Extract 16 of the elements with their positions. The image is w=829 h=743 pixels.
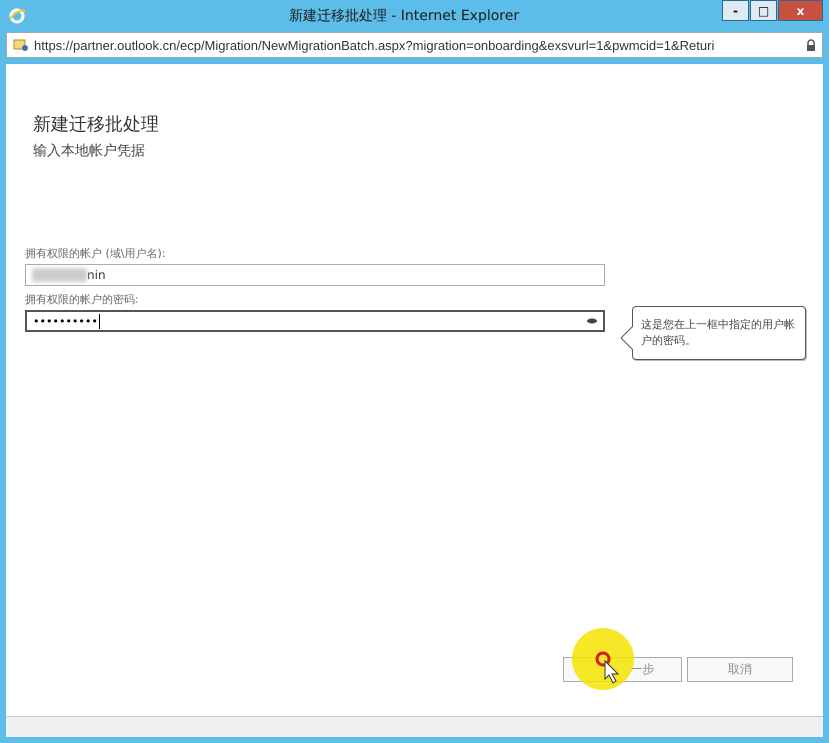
page-title: 新建迁移批处理 <box>33 113 160 136</box>
field-label: 拥有权限的帐户的密码: <box>25 292 140 307</box>
minimize-button[interactable]: - <box>722 0 749 21</box>
close-button[interactable]: x <box>778 0 823 21</box>
input-field[interactable]: nin <box>25 264 605 286</box>
browser-logo-icon <box>8 7 26 25</box>
reveal-password-icon[interactable] <box>587 318 597 324</box>
redaction-blur <box>32 268 87 282</box>
lock-icon <box>806 38 816 52</box>
field-label: 拥有权限的帐户 (域\用户名): <box>25 246 166 261</box>
maximize-button[interactable]: □ <box>750 0 777 21</box>
tooltip-text: 这是您在上一框中指定的用户帐户的密码。 <box>641 318 795 347</box>
page-icon <box>13 38 29 52</box>
page-subtitle: 输入本地帐户凭据 <box>33 142 146 160</box>
password-field[interactable]: •••••••••• <box>25 310 605 332</box>
window-title: 新建迁移批处理 - Internet Explorer <box>288 7 520 25</box>
